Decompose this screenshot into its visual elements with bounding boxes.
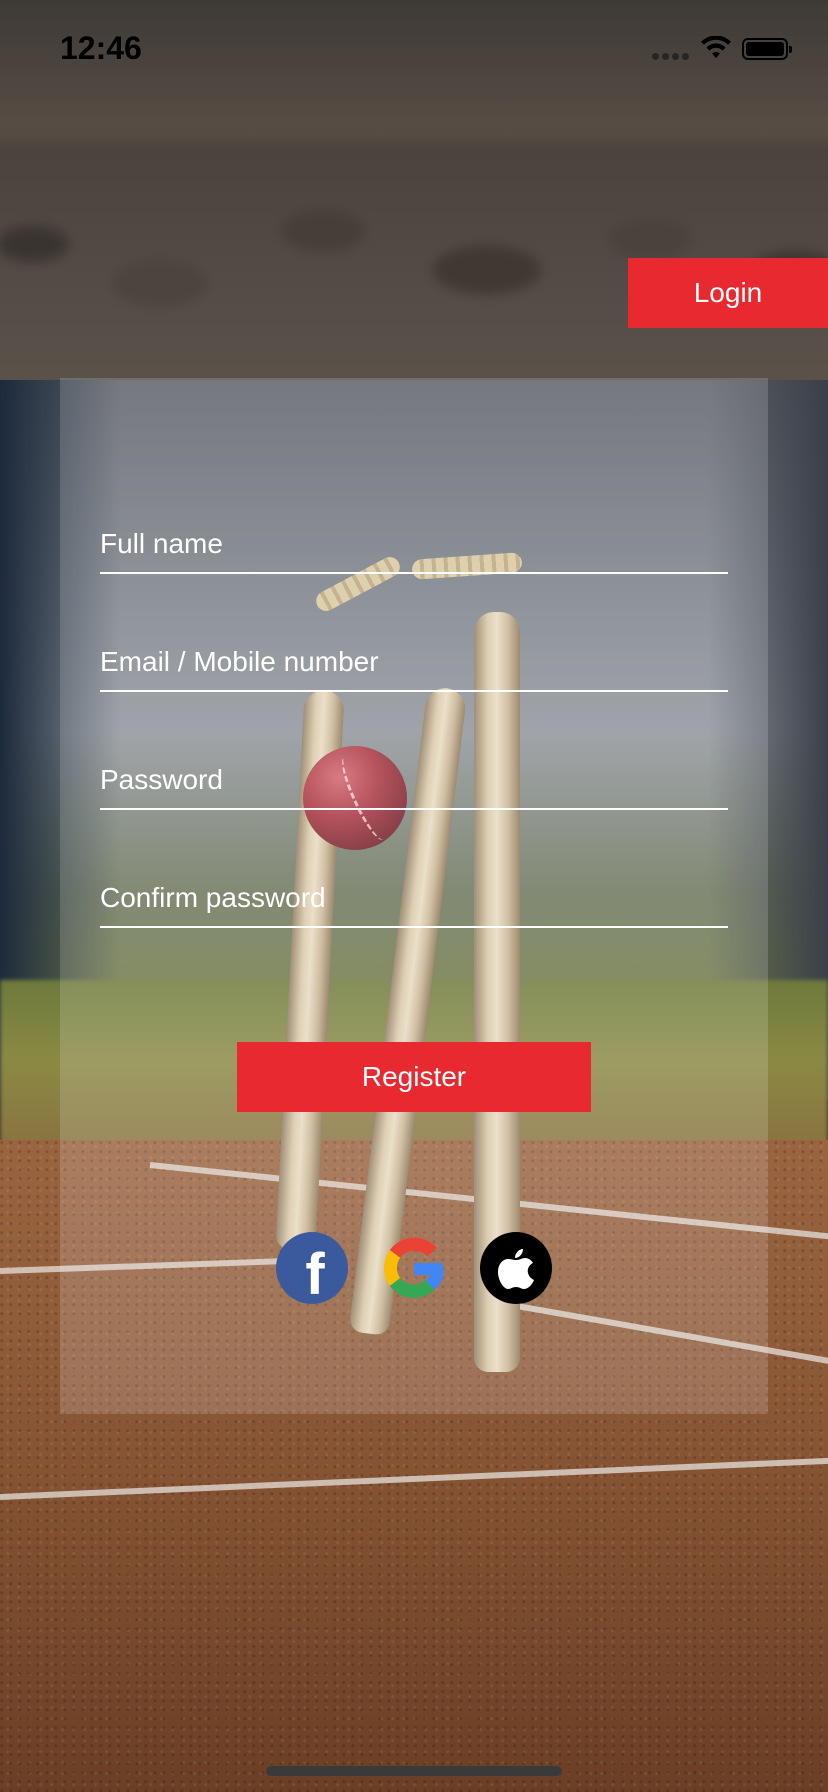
wifi-icon bbox=[701, 36, 731, 58]
google-login-button[interactable] bbox=[378, 1232, 450, 1304]
full-name-field bbox=[100, 514, 728, 574]
google-icon bbox=[384, 1237, 445, 1298]
register-button[interactable]: Register bbox=[237, 1042, 591, 1112]
facebook-icon: f bbox=[305, 1242, 325, 1307]
confirm-password-field bbox=[100, 868, 728, 928]
apple-login-button[interactable] bbox=[480, 1232, 552, 1304]
email-mobile-input[interactable] bbox=[100, 640, 728, 684]
password-field bbox=[100, 750, 728, 810]
register-form-card: Register f bbox=[60, 378, 768, 1414]
status-time: 12:46 bbox=[60, 30, 142, 66]
status-bar: 12:46 bbox=[0, 0, 828, 100]
apple-icon bbox=[498, 1249, 534, 1289]
cellular-signal-icon bbox=[652, 53, 690, 61]
password-input[interactable] bbox=[100, 758, 728, 802]
confirm-password-input[interactable] bbox=[100, 876, 728, 920]
battery-icon bbox=[742, 38, 792, 60]
home-indicator bbox=[266, 1766, 562, 1776]
facebook-login-button[interactable]: f bbox=[276, 1232, 348, 1304]
social-login-row: f bbox=[60, 1232, 768, 1306]
email-field bbox=[100, 632, 728, 692]
full-name-input[interactable] bbox=[100, 522, 728, 566]
login-button[interactable]: Login bbox=[628, 258, 828, 328]
